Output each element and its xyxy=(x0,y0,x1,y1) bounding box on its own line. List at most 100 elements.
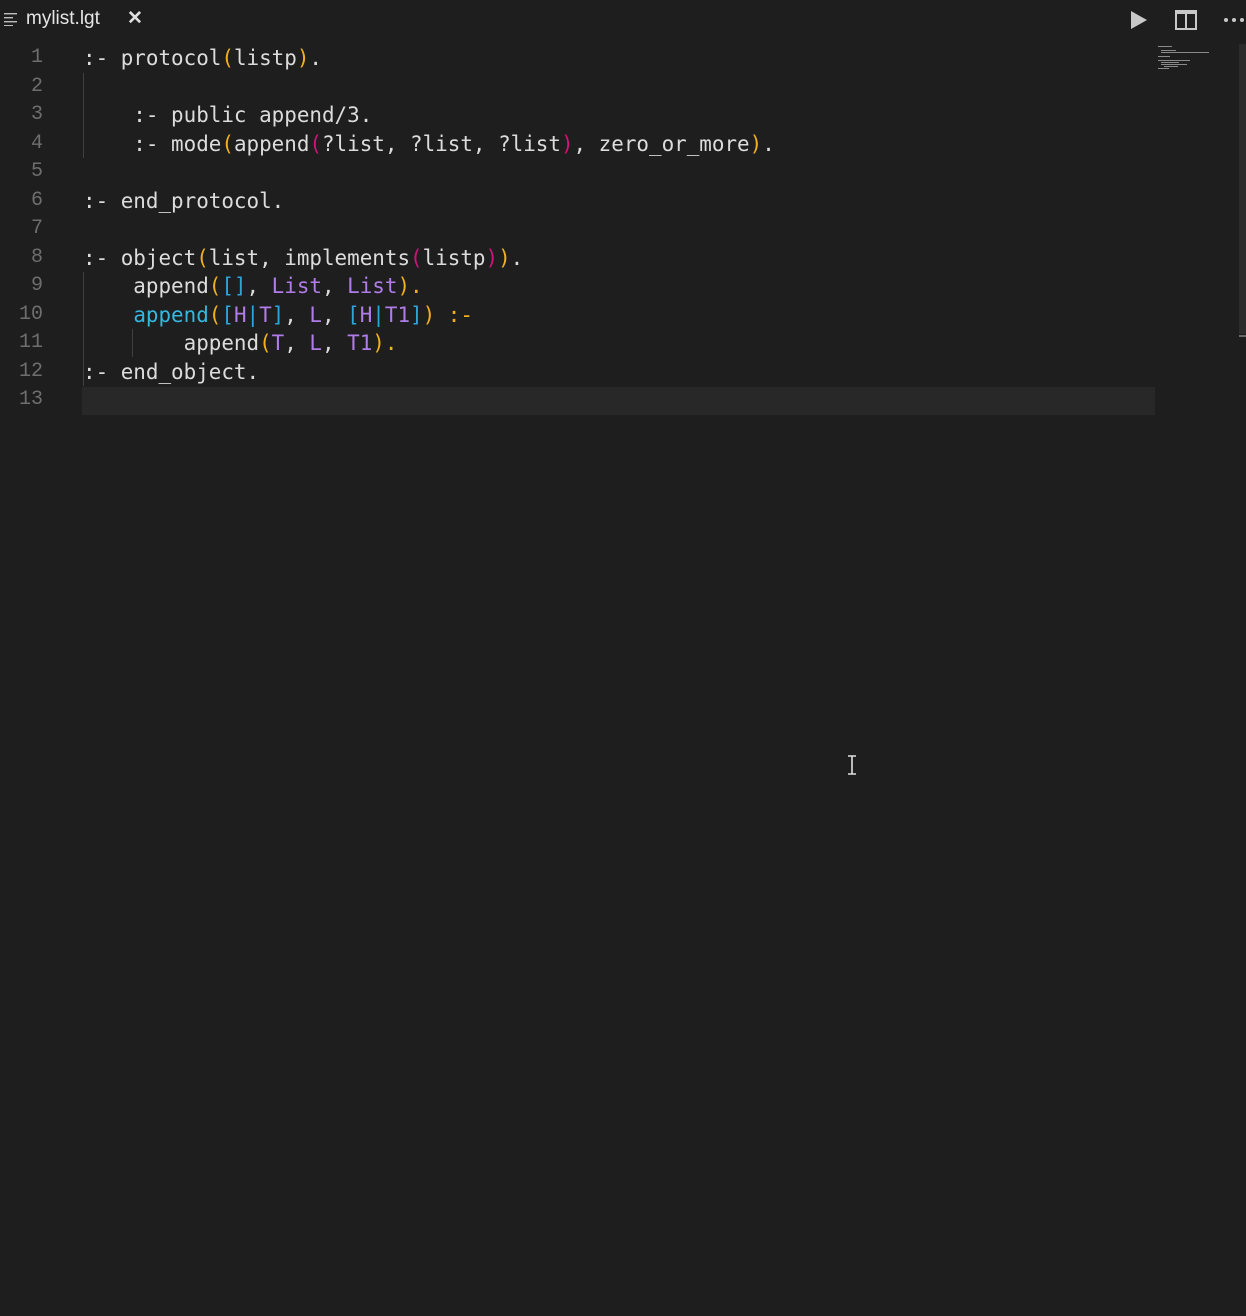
line-number: 2 xyxy=(30,74,43,98)
line-number: 3 xyxy=(30,103,43,126)
code-token: T xyxy=(259,302,272,327)
line-number: 4 xyxy=(30,131,43,155)
code-token: List xyxy=(271,274,322,298)
code-text: append([], List, List). xyxy=(83,272,423,301)
code-token: ). xyxy=(397,274,423,298)
line-number: 7 xyxy=(30,217,43,240)
code-token: L xyxy=(309,331,322,355)
code-token: | xyxy=(246,302,260,327)
code-token: L xyxy=(309,302,322,327)
code-text: append(T, L, T1). xyxy=(83,329,398,358)
code-token: append xyxy=(83,274,209,298)
lines-icon xyxy=(4,13,17,26)
code-token: ( xyxy=(309,131,322,156)
code-token: append xyxy=(83,331,260,355)
code-token: ?list, ?list, ?list xyxy=(321,131,561,156)
code-text: :- public append/3. xyxy=(83,101,372,130)
code-token: list, implements xyxy=(208,245,411,270)
run-icon[interactable] xyxy=(1126,8,1150,32)
code-token: ( xyxy=(196,245,209,270)
code-token: :- end_object. xyxy=(83,359,260,384)
code-token: ( xyxy=(208,302,222,327)
code-token: H xyxy=(359,302,373,327)
code-token: :- object xyxy=(83,245,197,270)
code-text: :- end_object. xyxy=(83,358,259,387)
code-token: :- mode xyxy=(83,131,222,156)
code-line[interactable]: 9 append([], List, List). xyxy=(0,272,1150,301)
code-line[interactable]: 7 xyxy=(0,215,1150,244)
code-line[interactable]: 2 xyxy=(0,73,1150,102)
code-text: :- protocol(listp). xyxy=(83,44,322,73)
line-number: 1 xyxy=(30,46,43,69)
code-token: ) xyxy=(485,245,499,270)
code-token: , xyxy=(321,331,348,355)
split-editor-icon[interactable] xyxy=(1174,8,1198,32)
text-cursor-icon xyxy=(848,755,856,775)
code-token: ( xyxy=(259,331,272,355)
code-line[interactable]: 10 append([H|T], L, [H|T1]) :- xyxy=(0,301,1150,330)
line-number: 8 xyxy=(30,245,43,269)
line-number: 10 xyxy=(18,302,43,326)
code-token: T1 xyxy=(347,331,373,355)
tab-bar: mylist.lgt ✕ xyxy=(0,0,1246,38)
code-token: append xyxy=(233,131,310,156)
code-text: :- mode(append(?list, ?list, ?list), zer… xyxy=(83,130,775,159)
code-token: ( xyxy=(410,245,423,270)
vertical-scrollbar[interactable] xyxy=(1239,44,1246,334)
code-token: :- xyxy=(435,302,473,327)
code-token: . xyxy=(762,131,775,156)
code-editor[interactable]: 1:- protocol(listp). 2 3 :- public append/… xyxy=(0,44,1246,1316)
code-text: :- object(list, implements(listp)). xyxy=(83,244,523,273)
code-token: ) xyxy=(422,302,436,327)
code-line[interactable]: 8:- object(list, implements(listp)). xyxy=(0,244,1150,273)
code-token: List xyxy=(347,274,398,298)
code-line[interactable]: 3 :- public append/3. xyxy=(0,101,1150,130)
code-token: | xyxy=(372,302,385,327)
code-token: append xyxy=(133,302,209,327)
code-token: :- public append/3. xyxy=(83,103,373,127)
code-token: , xyxy=(321,302,348,327)
code-token: ( xyxy=(221,131,234,156)
code-line[interactable]: 5 xyxy=(0,158,1150,187)
code-token: , xyxy=(284,302,310,327)
code-token: ) xyxy=(296,46,310,70)
code-token: ) xyxy=(498,245,511,270)
code-token: ) xyxy=(749,131,763,156)
code-token: listp xyxy=(422,245,486,270)
code-line[interactable]: 11 append(T, L, T1). xyxy=(0,329,1150,358)
line-number: 12 xyxy=(18,359,43,383)
line-number: 11 xyxy=(18,331,43,354)
code-token: :- protocol xyxy=(83,46,222,70)
code-token: ) xyxy=(560,131,574,156)
line-number: 9 xyxy=(30,274,43,297)
minimap[interactable] xyxy=(1155,44,1235,84)
code-line[interactable]: 12 :- end_object. xyxy=(0,358,1150,387)
code-token: . xyxy=(309,46,322,70)
scrollbar-cursor-marker xyxy=(1239,335,1246,337)
code-line[interactable]: 13 xyxy=(0,386,1150,415)
code-token: , xyxy=(284,331,310,355)
code-line[interactable]: 6:- end_protocol. xyxy=(0,187,1150,216)
code-line[interactable]: 1 :- protocol(listp). xyxy=(0,44,1150,73)
code-token: , xyxy=(321,274,348,298)
code-token: :- end_protocol. xyxy=(83,188,285,213)
code-line[interactable]: 4 :- mode(append(?list, ?list, ?list), z… xyxy=(0,130,1150,159)
line-number: 13 xyxy=(18,388,43,411)
code-token: listp xyxy=(233,46,297,70)
code-token: T xyxy=(271,331,285,355)
code-token: , zero_or_more xyxy=(573,131,750,156)
line-number: 5 xyxy=(30,160,43,183)
code-token: ] xyxy=(271,302,285,327)
tab-title: mylist.lgt xyxy=(26,8,100,29)
more-actions-icon[interactable] xyxy=(1222,8,1246,32)
close-icon[interactable]: ✕ xyxy=(126,9,144,29)
code-token: ( xyxy=(221,46,234,70)
code-text: append([H|T], L, [H|T1]) :- xyxy=(83,301,473,330)
code-token: ( xyxy=(208,274,222,298)
code-token: [ xyxy=(221,302,234,327)
code-token: H xyxy=(233,302,247,327)
code-token: [ xyxy=(347,302,360,327)
code-token: . xyxy=(510,245,524,270)
code-token: [] xyxy=(221,274,247,298)
